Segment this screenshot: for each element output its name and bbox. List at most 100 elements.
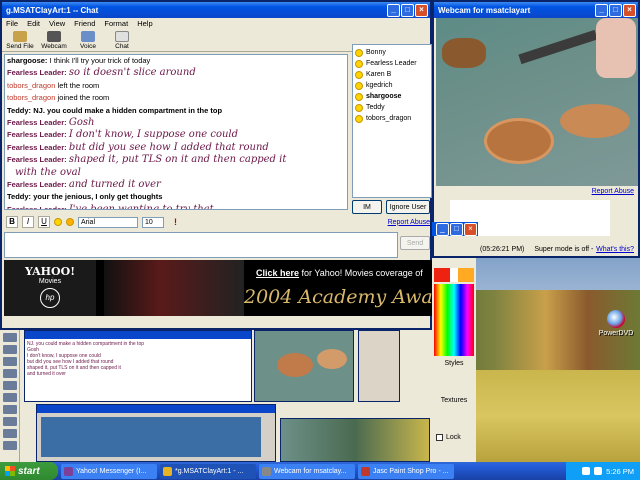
user-list-item[interactable]: kgedrich (355, 80, 429, 91)
underline-button[interactable]: U (38, 216, 50, 228)
webcam-report-abuse-link[interactable]: Report Abuse (592, 188, 634, 195)
smiley-icon[interactable] (54, 218, 62, 226)
emoticon-icon[interactable] (66, 218, 74, 226)
lock-label: Lock (446, 434, 461, 441)
task-label: Yahoo! Messenger (I... (76, 467, 147, 475)
snapshot-titlebar (25, 331, 251, 339)
send-file-button[interactable]: Send File (6, 31, 34, 50)
textures-swatches[interactable] (432, 404, 476, 434)
tool-icon[interactable] (3, 333, 17, 342)
italic-button[interactable]: I (22, 216, 34, 228)
whats-this-link[interactable]: What's this? (596, 246, 634, 253)
im-button[interactable]: IM (352, 200, 382, 214)
message-input[interactable] (4, 232, 398, 258)
tool-icon[interactable] (3, 381, 17, 390)
taskbar-button[interactable]: Jasc Paint Shop Pro - ... (358, 463, 454, 479)
chat-button[interactable]: Chat (108, 31, 136, 50)
chat-line: Fearless Leader: shaped it, put TLS on i… (7, 154, 345, 166)
bold-button[interactable]: B (6, 216, 18, 228)
user-name: Karen B (366, 71, 392, 78)
snapshot-line: and turned it over (27, 371, 66, 377)
maximize-icon[interactable]: □ (401, 3, 414, 17)
textures-label: Textures (440, 397, 468, 404)
ad-click-rest: for Yahoo! Movies coverage of (299, 268, 423, 278)
color-picker[interactable] (434, 284, 474, 356)
taskbar-button[interactable]: *g.MSATClayArt:1 - ... (160, 463, 256, 479)
menu-format[interactable]: Format (104, 19, 128, 29)
user-list-item[interactable]: shargoose (355, 91, 429, 102)
ad-banner[interactable]: YAHOO! Movies hp Click here for Yahoo! M… (4, 260, 432, 316)
menu-help[interactable]: Help (137, 19, 152, 29)
desktop-icon-powerdvd[interactable]: PowerDVD (596, 310, 636, 337)
user-status-icon (355, 92, 363, 101)
lock-row[interactable]: Lock (432, 434, 476, 441)
styles-swatches[interactable] (432, 367, 476, 397)
menu-file[interactable]: File (6, 19, 18, 29)
chat-line: tobors_dragon left the room (7, 80, 345, 92)
tool-icon[interactable] (3, 405, 17, 414)
user-list-item[interactable]: Teddy (355, 102, 429, 113)
psp-snapshot-strip (358, 330, 400, 402)
image-window-titlebar (37, 405, 275, 413)
font-select[interactable]: Arial (78, 216, 138, 228)
start-label: start (18, 465, 40, 477)
ad-image (104, 260, 244, 316)
voice-button[interactable]: Voice (74, 31, 102, 50)
tool-icon[interactable] (3, 345, 17, 354)
tool-icon[interactable] (3, 357, 17, 366)
close-icon[interactable]: × (623, 3, 636, 17)
webcam-feed (436, 18, 638, 186)
tool-icon[interactable] (3, 429, 17, 438)
task-label: Webcam for msatclay... (274, 467, 347, 475)
overlay-window-titlebar[interactable]: _ □ × (432, 222, 478, 236)
send-button[interactable]: Send (400, 236, 430, 250)
tool-icon[interactable] (3, 417, 17, 426)
maximize-icon[interactable]: □ (450, 223, 463, 236)
webcam-titlebar[interactable]: Webcam for msatclayart _ □ × (434, 2, 638, 18)
ad-headline: 2004 Academy Awa (244, 286, 432, 308)
webcam-button[interactable]: Webcam (40, 31, 68, 50)
webcam-window: Webcam for msatclayart _ □ × Report Abus… (432, 0, 640, 258)
send-file-label: Send File (6, 43, 34, 50)
user-list-item[interactable]: Fearless Leader (355, 58, 429, 69)
ad-click-link[interactable]: Click here (256, 268, 299, 278)
minimize-icon[interactable]: _ (387, 3, 400, 17)
tool-icon[interactable] (3, 369, 17, 378)
close-icon[interactable]: × (464, 223, 477, 236)
menu-friend[interactable]: Friend (74, 19, 95, 29)
ad-click-text[interactable]: Click here for Yahoo! Movies coverage of (256, 268, 423, 278)
network-icon[interactable] (582, 467, 591, 475)
maximize-icon[interactable]: □ (609, 3, 622, 17)
user-list[interactable]: Bonny Fearless Leader Karen B kgedrich sharg… (352, 44, 432, 198)
close-icon[interactable]: × (415, 3, 428, 17)
chat-line: Fearless Leader: I've been wanting to tr… (7, 204, 345, 209)
volume-icon[interactable] (594, 467, 603, 475)
user-name: Fearless Leader (366, 60, 417, 67)
menu-edit[interactable]: Edit (27, 19, 40, 29)
color-swatch[interactable] (434, 268, 474, 282)
chat-sender: Teddy: (7, 192, 32, 202)
menu-view[interactable]: View (49, 19, 65, 29)
chat-title: g.MSATClayArt:1 -- Chat (6, 5, 99, 15)
chat-report-abuse-link[interactable]: Report Abuse (388, 219, 430, 226)
ad-movies-text: Movies (38, 278, 62, 285)
minimize-icon[interactable]: _ (436, 223, 449, 236)
chat-log[interactable]: shargoose: I think I'll try your trick o… (4, 54, 348, 210)
user-list-item[interactable]: tobors_dragon (355, 113, 429, 124)
voice-label: Voice (80, 43, 96, 50)
taskbar-button[interactable]: Yahoo! Messenger (I... (61, 463, 157, 479)
taskbar-button[interactable]: Webcam for msatclay... (259, 463, 355, 479)
ignore-user-button[interactable]: Ignore User (386, 200, 430, 214)
buzz-icon[interactable]: ! (174, 217, 177, 227)
user-list-item[interactable]: Bonny (355, 47, 429, 58)
chat-line: Teddy: NJ. you could make a hidden compa… (7, 105, 345, 117)
tool-icon[interactable] (3, 441, 17, 450)
font-size-select[interactable]: 10 (142, 216, 164, 228)
start-button[interactable]: start (0, 462, 58, 480)
chat-message-text: left the room (57, 80, 100, 90)
lock-checkbox[interactable] (436, 434, 443, 441)
minimize-icon[interactable]: _ (595, 3, 608, 17)
tool-icon[interactable] (3, 393, 17, 402)
chat-titlebar[interactable]: g.MSATClayArt:1 -- Chat _ □ × (2, 2, 430, 18)
user-list-item[interactable]: Karen B (355, 69, 429, 80)
